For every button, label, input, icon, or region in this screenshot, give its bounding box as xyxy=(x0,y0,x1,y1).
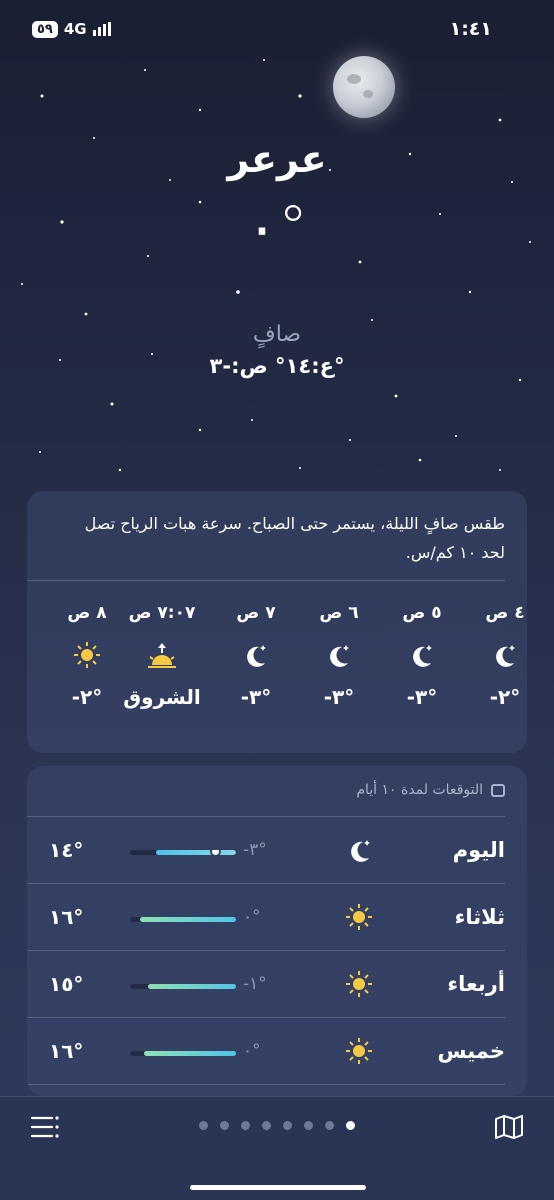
forecast-row[interactable]: خميس ٠° ١٦° xyxy=(27,1019,527,1085)
day-label: ثلاثاء xyxy=(454,905,505,929)
hour-label: ٨ ص xyxy=(67,603,107,623)
high-low-label: ع:١٤° ص:-٣° xyxy=(209,354,345,378)
moon-stars-icon xyxy=(382,641,462,671)
forecast-heading-label: التوقعات لمدة ١٠ أيام xyxy=(356,782,483,798)
hour-label: ٧ ص xyxy=(236,603,276,623)
temp-range-fill xyxy=(140,917,236,922)
page-dot[interactable] xyxy=(304,1121,313,1130)
clock: ١:٤١ xyxy=(449,18,492,40)
page-dot[interactable] xyxy=(241,1121,250,1130)
day-label: اليوم xyxy=(452,838,505,862)
high-temp: ١٦° xyxy=(49,905,84,929)
bottom-toolbar xyxy=(0,1096,554,1200)
low-temp: -٣° xyxy=(243,840,267,860)
day-label: خميس xyxy=(437,1039,505,1063)
temp-range-bar xyxy=(130,984,236,989)
high-temp: ١٥° xyxy=(49,972,84,996)
moon-stars-icon xyxy=(345,836,375,873)
hour-label: ٤ ص xyxy=(485,603,525,623)
moon-stars-icon xyxy=(299,641,379,671)
status-left: ٥٩ 4G xyxy=(32,20,113,38)
sun-icon xyxy=(57,641,117,671)
temp-range-fill xyxy=(144,1051,236,1056)
page-dot[interactable] xyxy=(283,1121,292,1130)
hour-label: ٦ ص xyxy=(319,603,359,623)
city-name: عرعر xyxy=(227,137,327,181)
divider xyxy=(27,883,505,884)
page-dot[interactable] xyxy=(262,1121,271,1130)
ten-day-forecast-card[interactable]: التوقعات لمدة ١٠ أيام اليوم -٣° ١٤° ثلاث… xyxy=(27,766,527,1096)
current-temperature: ٠° xyxy=(245,193,309,263)
hour-temp: الشروق xyxy=(123,685,201,709)
page-dot-active[interactable] xyxy=(346,1121,355,1130)
divider xyxy=(27,950,505,951)
hour-label: ٥ ص xyxy=(402,603,442,623)
hour-temp: -٣° xyxy=(323,685,355,709)
hour-temp: -٢° xyxy=(489,685,521,709)
page-dot[interactable] xyxy=(325,1121,334,1130)
hour-item: ٥ ص -٣° xyxy=(382,603,462,709)
calendar-icon xyxy=(491,783,505,797)
page-dot[interactable] xyxy=(199,1121,208,1130)
hour-temp: -٣° xyxy=(240,685,272,709)
signal-icon xyxy=(92,22,111,36)
temp-range-bar xyxy=(130,850,236,855)
hour-item: ٨ ص -٢° xyxy=(57,603,117,709)
hour-item: ٧ ص -٣° xyxy=(216,603,296,709)
temp-range-bar xyxy=(130,917,236,922)
map-icon[interactable] xyxy=(494,1114,524,1140)
weather-summary: طقس صافٍ الليلة، يستمر حتى الصباح. سرعة … xyxy=(84,514,505,562)
hourly-forecast-card[interactable]: طقس صافٍ الليلة، يستمر حتى الصباح. سرعة … xyxy=(27,491,527,753)
hour-label: ٧:٠٧ ص xyxy=(128,603,196,623)
hour-item: ٧:٠٧ ص الشروق xyxy=(117,603,207,709)
temp-range-fill xyxy=(156,850,236,855)
day-label: أربعاء xyxy=(447,972,505,996)
moon-stars-icon xyxy=(465,641,545,671)
hourly-strip[interactable]: ٤ ص -٢° ٥ ص -٣° ٦ ص -٣° ٧ ص -٣° ٧:٠٧ ص ا… xyxy=(17,603,527,733)
forecast-heading: التوقعات لمدة ١٠ أيام xyxy=(356,782,505,798)
forecast-row[interactable]: ثلاثاء ٠° ١٦° xyxy=(27,885,527,951)
condition-label: صافٍ xyxy=(252,322,302,347)
sun-icon xyxy=(345,903,373,938)
network-label: 4G xyxy=(63,20,87,38)
home-indicator[interactable] xyxy=(190,1185,366,1190)
battery-indicator: ٥٩ xyxy=(32,20,58,38)
high-temp: ١٤° xyxy=(49,838,84,862)
sun-icon xyxy=(345,970,373,1005)
hour-temp: -٢° xyxy=(71,685,103,709)
divider xyxy=(27,1017,505,1018)
hour-item: ٤ ص -٢° xyxy=(465,603,545,709)
divider xyxy=(27,580,505,581)
temp-range-bar xyxy=(130,1051,236,1056)
divider xyxy=(27,816,505,817)
low-temp: ٠° xyxy=(243,907,261,927)
sunrise-icon xyxy=(117,641,207,671)
forecast-row[interactable]: أربعاء -١° ١٥° xyxy=(27,952,527,1018)
moon-stars-icon xyxy=(216,641,296,671)
low-temp: -١° xyxy=(243,974,267,994)
status-bar: ٥٩ 4G ١:٤١ xyxy=(0,18,554,44)
temp-range-fill xyxy=(148,984,236,989)
high-temp: ١٦° xyxy=(49,1039,84,1063)
sun-icon xyxy=(345,1037,373,1072)
hour-item: ٦ ص -٣° xyxy=(299,603,379,709)
page-indicator[interactable] xyxy=(0,1121,554,1130)
page-dot[interactable] xyxy=(220,1121,229,1130)
hour-temp: -٣° xyxy=(406,685,438,709)
forecast-row[interactable]: اليوم -٣° ١٤° xyxy=(27,818,527,884)
low-temp: ٠° xyxy=(243,1041,261,1061)
divider xyxy=(27,1084,505,1085)
moon-icon xyxy=(333,56,395,118)
